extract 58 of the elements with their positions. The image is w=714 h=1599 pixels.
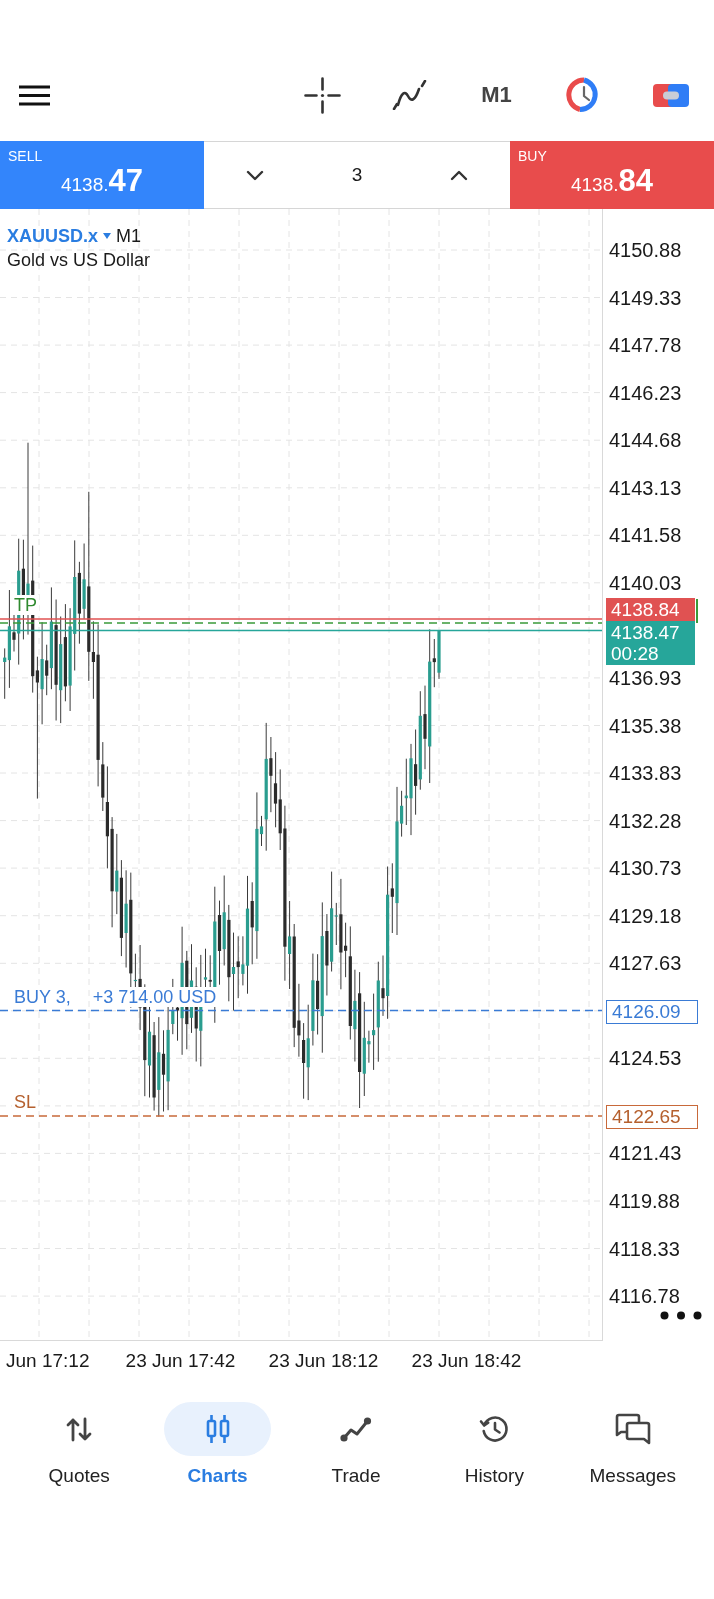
nav-tab[interactable]: Quotes [10,1402,149,1487]
timeframe-button[interactable]: M1 [481,82,512,108]
price-axis-label: 4121.43 [609,1141,682,1166]
time-label: 23 Jun 17:42 [125,1350,236,1372]
price-axis-label: 4140.03 [609,570,682,595]
price-axis-label: 4146.23 [609,380,682,405]
price-axis-label: 4141.58 [609,523,682,548]
price-axis-label: 4118.33 [609,1236,680,1261]
price-axis-label: 4119.88 [609,1189,680,1213]
sell-button[interactable]: SELL 4138.47 [0,141,204,209]
price-axis-label: 4133.83 [609,761,682,785]
chevron-down-icon[interactable] [246,169,264,181]
chart-timeframe: M1 [116,225,142,247]
bid-price: 4138.47 [611,622,681,643]
price-axis-label: 4132.28 [609,808,682,833]
position-label: BUY 3, [12,987,73,1007]
price-axis-label: 4147.78 [609,333,682,358]
buy-button[interactable]: BUY 4138.84 [510,141,714,209]
price-axis-label: 4116.78 [609,1284,680,1309]
time-label: Jun 17:12 [6,1350,90,1372]
line-chart-icon [340,1416,372,1442]
price-axis-label: 4127.63 [609,951,682,976]
toggle-icon[interactable] [652,81,689,109]
position-price-tag: 4126.09 [606,1000,698,1024]
candlestick-icon [204,1414,231,1444]
price-axis-label: 4129.18 [609,903,682,928]
take-profit-label: TP [12,595,39,615]
up-down-arrows-icon [65,1416,94,1442]
position-profit: +3 714.00 USD [90,987,219,1007]
history-icon [479,1414,510,1444]
more-icon[interactable] [660,1311,702,1320]
price-axis-label: 4135.38 [609,713,682,738]
time-label: 23 Jun 18:42 [411,1350,522,1372]
nav-tab[interactable]: Messages [563,1402,702,1487]
symbol-description: Gold vs US Dollar [7,249,151,272]
nav-tab[interactable]: Trade [286,1402,426,1487]
wave-icon[interactable] [391,80,428,110]
price-axis-label: 4150.88 [609,238,682,262]
chat-bubbles-icon [614,1413,651,1445]
caret-icon [103,233,112,239]
nav-tab[interactable]: History [425,1402,564,1487]
ask-price-tag: 4138.84 [606,598,695,621]
volume-field[interactable]: 3 [351,164,363,186]
menu-icon[interactable] [19,84,50,106]
crosshair-icon[interactable] [304,76,341,114]
bar-countdown: 00:28 [611,643,660,664]
take-profit-marker [696,599,698,623]
price-axis-label: 4130.73 [609,856,682,881]
chevron-up-icon[interactable] [450,169,468,181]
stop-loss-price-tag: 4122.65 [606,1105,698,1129]
nav-tab[interactable]: Charts [148,1402,287,1487]
price-axis-label: 4124.53 [609,1046,682,1071]
symbol-selector[interactable]: XAUUSD.x [7,225,112,247]
price-axis-label: 4136.93 [609,665,682,690]
price-axis-label: 4144.68 [609,428,682,453]
price-axis-label: 4149.33 [609,285,682,310]
price-axis-label: 4143.13 [609,475,682,500]
time-label: 23 Jun 18:12 [268,1350,379,1372]
